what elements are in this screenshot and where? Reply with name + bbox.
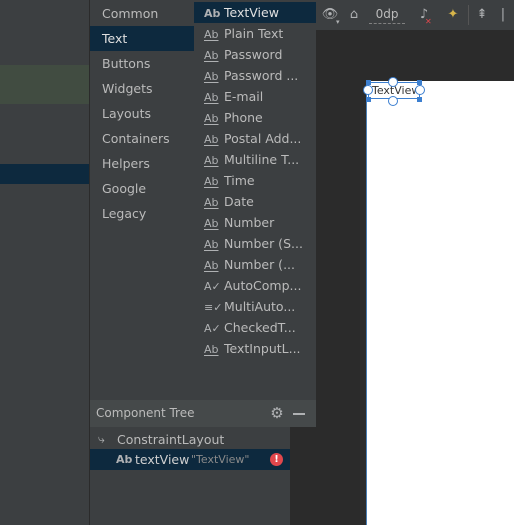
constraint-layout-icon: ⤷ xyxy=(98,432,105,446)
tree-side-gutter xyxy=(290,427,316,525)
palette-item-label: TextView xyxy=(224,5,279,20)
palette-item-time[interactable]: Ab Time xyxy=(194,170,316,191)
checked-text-icon: A✓ xyxy=(204,322,221,335)
palette-item-label: Postal Add... xyxy=(224,131,302,146)
category-google[interactable]: Google xyxy=(90,176,194,201)
component-tree: ⤷ ConstraintLayout Ab textView "TextView… xyxy=(90,427,290,525)
palette-item-multiline-text[interactable]: Ab Multiline T... xyxy=(194,149,316,170)
textview-icon: Ab xyxy=(204,7,221,20)
resize-handle-bottom-left[interactable] xyxy=(366,97,371,102)
constraint-handle-right[interactable] xyxy=(415,85,425,95)
gear-icon[interactable]: ⚙ xyxy=(268,403,286,423)
category-layouts[interactable]: Layouts xyxy=(90,101,194,126)
palette-item-autocomplete[interactable]: A✓ AutoComp... xyxy=(194,275,316,296)
edittext-icon: Ab xyxy=(204,133,219,146)
palette-item-number-decimal[interactable]: Ab Number (... xyxy=(194,254,316,275)
palette-categories: Common Text Buttons Widgets Layouts Cont… xyxy=(90,0,194,392)
palette-item-label: TextInputL... xyxy=(224,341,301,356)
edittext-icon: Ab xyxy=(204,238,219,251)
resize-handle-top-left[interactable] xyxy=(366,80,371,85)
palette-item-number[interactable]: Ab Number xyxy=(194,212,316,233)
resize-handle-top-right[interactable] xyxy=(417,80,422,85)
tree-node-label: textView xyxy=(135,452,190,467)
tree-node-label: ConstraintLayout xyxy=(117,432,225,447)
palette-item-label: AutoComp... xyxy=(224,278,302,293)
resize-handle-bottom-right[interactable] xyxy=(417,97,422,102)
palette-item-password[interactable]: Ab Password xyxy=(194,44,316,65)
palette-bottom-edge xyxy=(90,392,316,400)
edittext-icon: Ab xyxy=(204,217,219,230)
palette-item-label: CheckedT... xyxy=(224,320,296,335)
toolbar-separator xyxy=(468,5,469,25)
palette-item-label: Multiline T... xyxy=(224,152,300,167)
palette-item-multiautocomplete[interactable]: ≡✓ MultiAuto... xyxy=(194,296,316,317)
edittext-icon: Ab xyxy=(204,196,219,209)
palette-item-phone[interactable]: Ab Phone xyxy=(194,107,316,128)
clear-x-icon: ✕ xyxy=(425,17,432,26)
edittext-icon: Ab xyxy=(204,175,219,188)
left-panel-highlight-band xyxy=(0,65,90,104)
category-text[interactable]: Text xyxy=(90,26,194,51)
category-legacy[interactable]: Legacy xyxy=(90,201,194,226)
category-containers[interactable]: Containers xyxy=(90,126,194,151)
category-widgets[interactable]: Widgets xyxy=(90,76,194,101)
palette-item-label: Number xyxy=(224,215,275,230)
align-icon[interactable]: ⇞ xyxy=(474,7,490,23)
design-toolbar: 👁 ▾ ⌂ 0dp ♪ ✕ ✦ ⇞ | xyxy=(316,0,514,30)
palette-item-label: Date xyxy=(224,194,254,209)
edittext-icon: Ab xyxy=(204,49,219,62)
palette-item-plain-text[interactable]: Ab Plain Text xyxy=(194,23,316,44)
multiautocomplete-icon: ≡✓ xyxy=(204,301,223,314)
palette-item-email[interactable]: Ab E-mail xyxy=(194,86,316,107)
component-tree-header: Component Tree ⚙ xyxy=(90,400,316,427)
category-buttons[interactable]: Buttons xyxy=(90,51,194,76)
palette-item-label: Time xyxy=(224,173,255,188)
textview-icon: Ab xyxy=(116,453,133,466)
palette-item-label: MultiAuto... xyxy=(224,299,296,314)
constraint-handle-top[interactable] xyxy=(388,77,398,87)
chevron-down-icon[interactable]: ▾ xyxy=(336,14,340,30)
palette-item-label: Number (S... xyxy=(224,236,303,251)
palette-item-label: Password ... xyxy=(224,68,299,83)
device-preview[interactable] xyxy=(366,81,514,525)
infer-constraints-wand-icon[interactable]: ✦ xyxy=(445,7,461,23)
palette-item-checkedtextview[interactable]: A✓ CheckedT... xyxy=(194,317,316,338)
autocomplete-icon: A✓ xyxy=(204,280,221,293)
palette-item-label: Number (... xyxy=(224,257,295,272)
autoconnect-magnet-icon[interactable]: ⌂ xyxy=(346,7,362,23)
edittext-icon: Ab xyxy=(204,343,219,356)
palette-item-label: Password xyxy=(224,47,283,62)
edittext-icon: Ab xyxy=(204,70,219,83)
minimize-icon[interactable] xyxy=(293,413,305,415)
tree-node-textview[interactable]: Ab textView "TextView" ! xyxy=(90,449,290,470)
left-panel-selected-row[interactable] xyxy=(0,164,90,184)
edittext-icon: Ab xyxy=(204,112,219,125)
edittext-icon: Ab xyxy=(204,154,219,167)
tree-node-constraintlayout[interactable]: ⤷ ConstraintLayout xyxy=(90,429,290,450)
constraint-handle-bottom[interactable] xyxy=(388,96,398,106)
guidelines-icon[interactable]: | xyxy=(496,7,510,23)
error-icon[interactable]: ! xyxy=(270,453,283,466)
default-margin-field[interactable]: 0dp xyxy=(369,6,405,24)
edittext-icon: Ab xyxy=(204,91,219,104)
palette-item-label: Phone xyxy=(224,110,263,125)
palette-item-postal-address[interactable]: Ab Postal Add... xyxy=(194,128,316,149)
component-tree-title: Component Tree xyxy=(96,406,195,420)
category-helpers[interactable]: Helpers xyxy=(90,151,194,176)
category-common[interactable]: Common xyxy=(90,1,194,26)
constraint-handle-left[interactable] xyxy=(363,85,373,95)
edittext-icon: Ab xyxy=(204,28,219,41)
palette-item-textinputlayout[interactable]: Ab TextInputL... xyxy=(194,338,316,359)
palette-item-number-signed[interactable]: Ab Number (S... xyxy=(194,233,316,254)
palette-item-password-numeric[interactable]: Ab Password ... xyxy=(194,65,316,86)
edittext-icon: Ab xyxy=(204,259,219,272)
palette-item-date[interactable]: Ab Date xyxy=(194,191,316,212)
palette-item-label: Plain Text xyxy=(224,26,284,41)
palette-item-label: E-mail xyxy=(224,89,264,104)
palette-widget-list: Ab TextView Ab Plain Text Ab Password Ab Pas… xyxy=(194,0,316,392)
tree-node-text-value: "TextView" xyxy=(191,453,250,466)
palette-item-textview[interactable]: Ab TextView xyxy=(194,2,316,23)
